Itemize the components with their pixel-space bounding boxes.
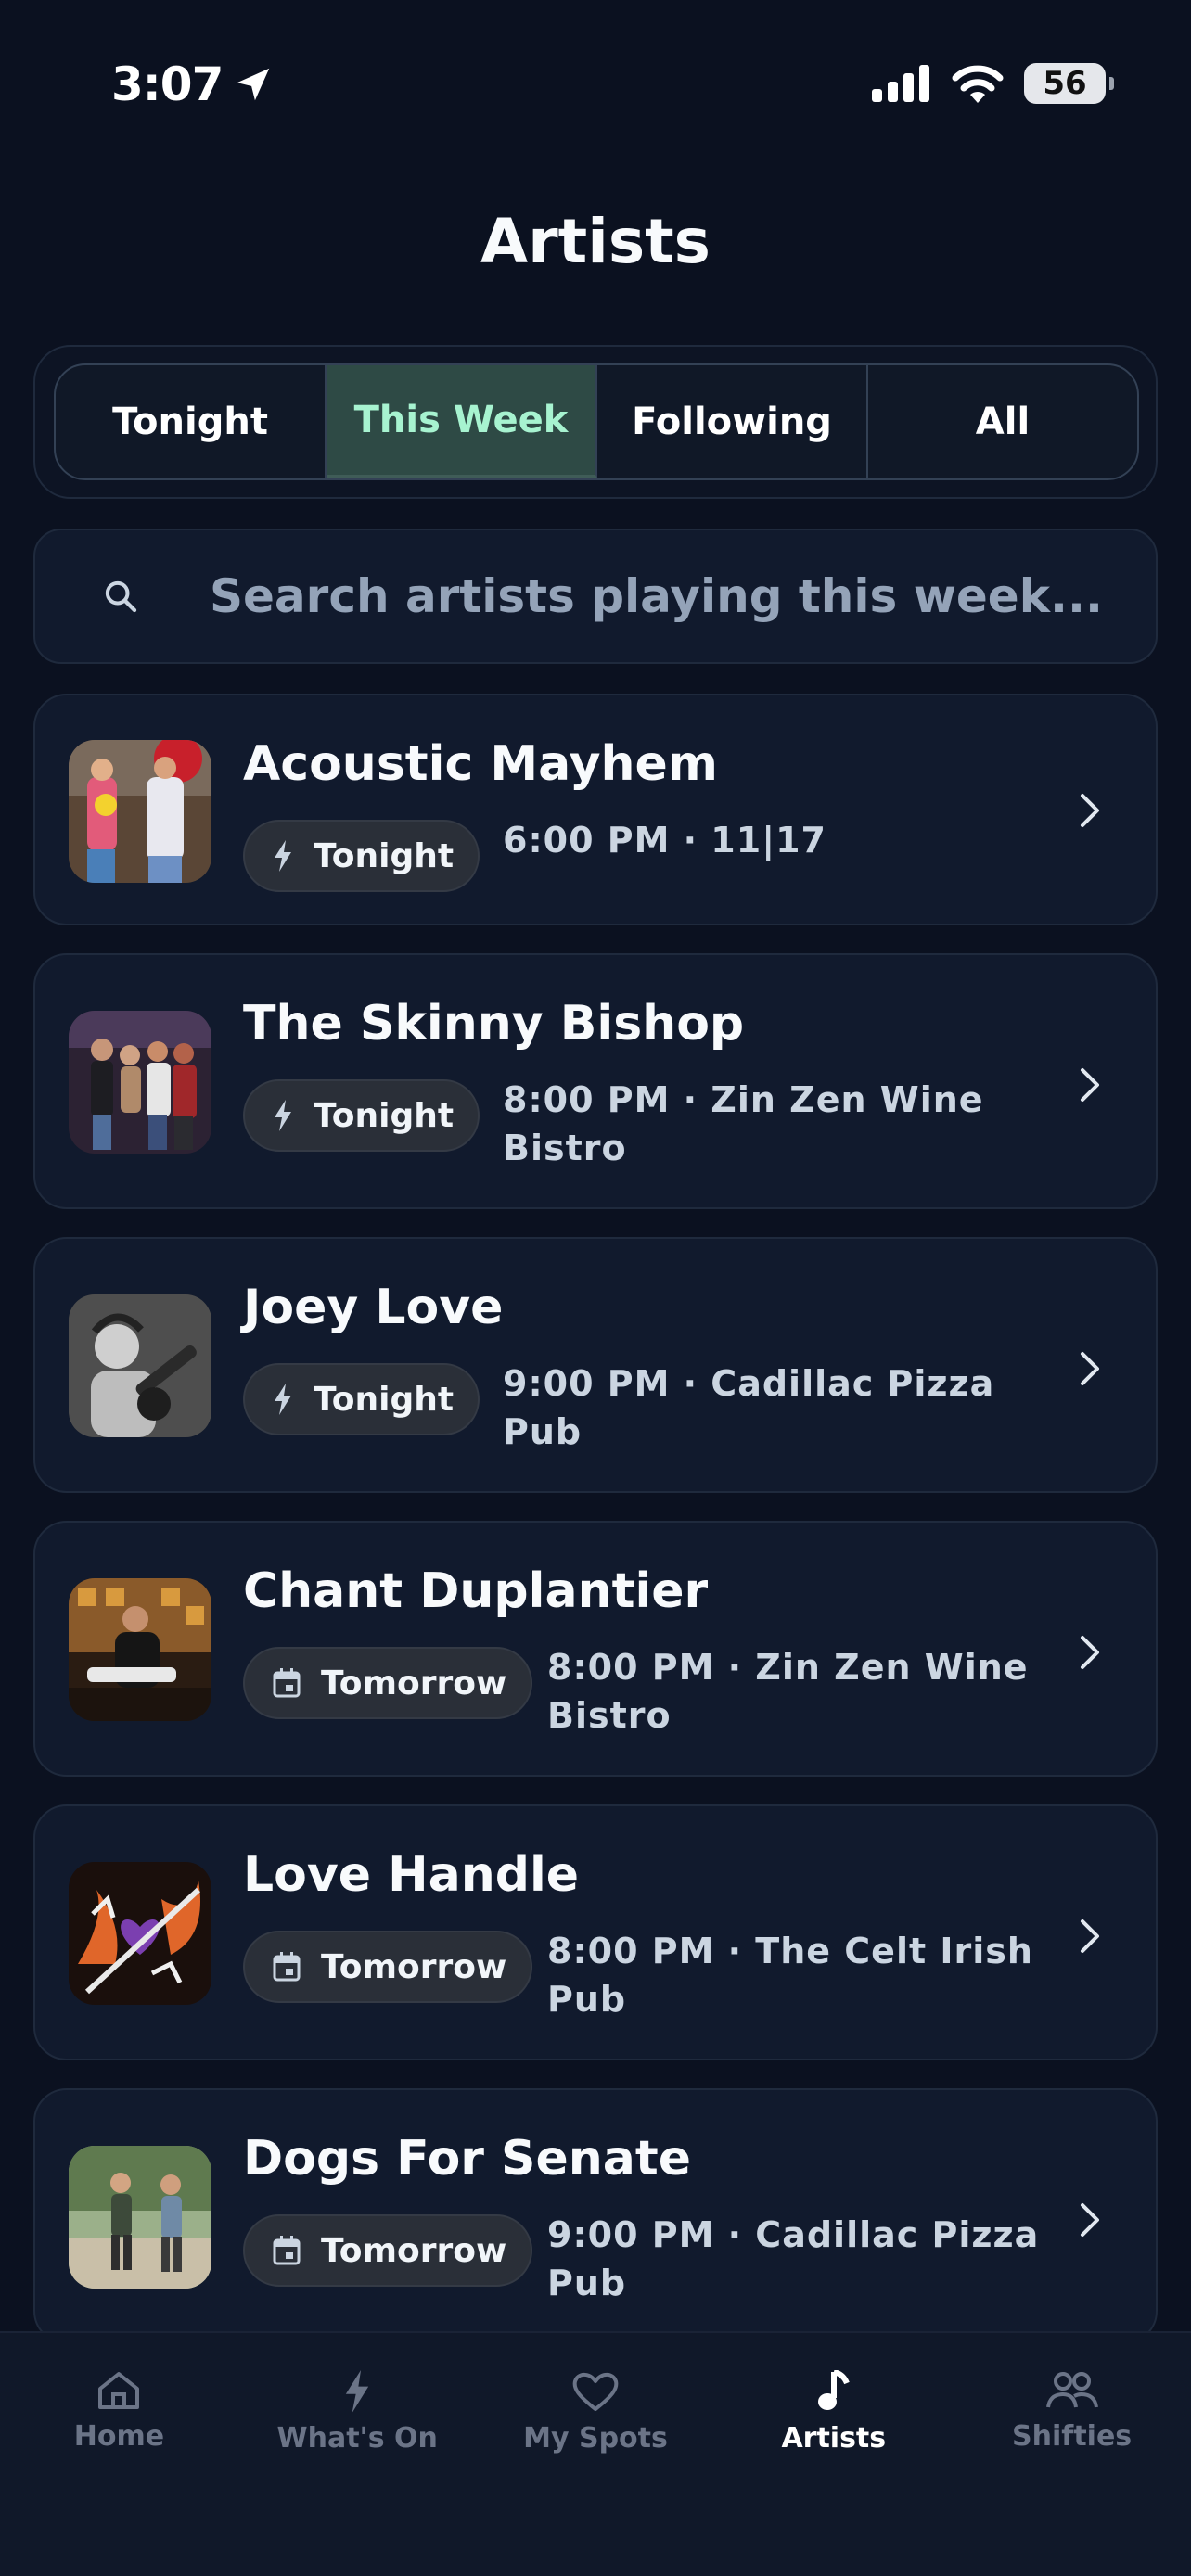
bolt-icon <box>275 840 291 872</box>
bolt-icon <box>275 1100 291 1131</box>
when-label: Tonight <box>314 836 455 875</box>
artist-photo <box>69 1862 211 2005</box>
artist-photo <box>69 1294 211 1437</box>
page-title: Artists <box>480 206 711 277</box>
location-arrow-icon <box>237 68 270 101</box>
show-detail: 8:00 PM · Zin Zen Wine Bistro <box>503 1079 984 1168</box>
chevron-right-icon <box>1081 794 1099 827</box>
when-badge: Tonight <box>243 1079 480 1152</box>
when-label: Tomorrow <box>321 2231 507 2270</box>
artist-name: Chant Duplantier <box>243 1563 709 1619</box>
tab-label: Home <box>73 2420 165 2453</box>
segment-this-week[interactable]: This Week <box>327 365 597 478</box>
show-detail: 8:00 PM · Zin Zen Wine Bistro <box>547 1647 1029 1736</box>
bolt-icon <box>275 1384 291 1415</box>
when-badge: Tomorrow <box>243 1931 533 2003</box>
calendar-icon <box>273 1668 301 1698</box>
tab-artists[interactable]: Artists <box>714 2333 953 2576</box>
filter-segmented-control: Tonight This Week Following All <box>33 345 1158 499</box>
artist-card[interactable]: Chant Duplantier Tomorrow 8:00 PM · Zin … <box>33 1521 1158 1777</box>
wifi-icon <box>952 65 1004 103</box>
chevron-right-icon <box>1081 1352 1099 1385</box>
status-time: 3:07 <box>111 57 275 111</box>
when-badge: Tomorrow <box>243 1647 533 1719</box>
tab-shifties[interactable]: Shifties <box>953 2333 1191 2576</box>
artist-name: Love Handle <box>243 1847 580 1903</box>
chevron-right-icon <box>1081 2203 1099 2237</box>
show-detail: 6:00 PM · 11|17 <box>503 820 826 861</box>
bolt-icon <box>346 2370 369 2413</box>
artist-card[interactable]: Love Handle Tomorrow 8:00 PM · The Celt … <box>33 1804 1158 2060</box>
artist-photo <box>69 2146 211 2289</box>
tab-label: My Spots <box>523 2422 668 2455</box>
when-label: Tonight <box>314 1380 455 1419</box>
chevron-right-icon <box>1081 1919 1099 1953</box>
artist-name: Acoustic Mayhem <box>243 736 718 792</box>
heart-icon <box>572 2372 619 2411</box>
search-bar[interactable] <box>33 529 1158 664</box>
tab-my-spots[interactable]: My Spots <box>477 2333 715 2576</box>
search-icon <box>102 578 167 615</box>
battery-indicator: 56 <box>1024 63 1114 104</box>
show-detail: 9:00 PM · Cadillac Pizza Pub <box>503 1363 995 1452</box>
artist-photo <box>69 740 211 883</box>
chevron-right-icon <box>1081 1068 1099 1102</box>
segment-following[interactable]: Following <box>597 365 868 478</box>
artist-list: Acoustic Mayhem Tonight 6:00 PM · 11|17 <box>33 694 1158 2372</box>
calendar-icon <box>273 1952 301 1982</box>
artists-screen: 3:07 56 Artists Tonight This Week Follow… <box>0 0 1191 2576</box>
people-icon <box>1045 2372 1098 2408</box>
show-detail: 9:00 PM · Cadillac Pizza Pub <box>547 2214 1040 2303</box>
tab-home[interactable]: Home <box>0 2333 238 2576</box>
artist-name: Dogs For Senate <box>243 2131 692 2187</box>
when-badge: Tomorrow <box>243 2214 533 2287</box>
calendar-icon <box>273 2236 301 2265</box>
artist-card[interactable]: Dogs For Senate Tomorrow 9:00 PM · Cadil… <box>33 2088 1158 2344</box>
when-label: Tomorrow <box>321 1947 507 1986</box>
artist-card[interactable]: Joey Love Tonight 9:00 PM · Cadillac Piz… <box>33 1237 1158 1493</box>
status-time-text: 3:07 <box>111 57 224 111</box>
tab-label: What's On <box>276 2422 438 2455</box>
segment-all[interactable]: All <box>868 365 1137 478</box>
home-icon <box>98 2372 140 2409</box>
show-detail: 8:00 PM · The Celt Irish Pub <box>547 1931 1033 2020</box>
segment-tonight[interactable]: Tonight <box>56 365 327 478</box>
artist-name: The Skinny Bishop <box>243 996 745 1052</box>
artist-card[interactable]: Acoustic Mayhem Tonight 6:00 PM · 11|17 <box>33 694 1158 925</box>
artist-card[interactable]: The Skinny Bishop Tonight 8:00 PM · Zin … <box>33 953 1158 1209</box>
when-label: Tomorrow <box>321 1664 507 1702</box>
tab-label: Shifties <box>1012 2420 1133 2453</box>
artist-photo <box>69 1578 211 1721</box>
music-note-icon <box>817 2370 850 2410</box>
tab-label: Artists <box>781 2422 887 2455</box>
tab-whats-on[interactable]: What's On <box>238 2333 477 2576</box>
chevron-right-icon <box>1081 1636 1099 1669</box>
battery-level: 56 <box>1043 65 1087 102</box>
when-label: Tonight <box>314 1096 455 1135</box>
artist-photo <box>69 1011 211 1154</box>
when-badge: Tonight <box>243 1363 480 1435</box>
status-indicators: 56 <box>872 63 1114 104</box>
when-badge: Tonight <box>243 820 480 892</box>
bottom-tab-bar: Home What's On My Spots Artists Shifties <box>0 2331 1191 2576</box>
cellular-signal-icon <box>872 65 929 102</box>
artist-name: Joey Love <box>243 1280 504 1335</box>
search-input[interactable] <box>210 569 1137 623</box>
